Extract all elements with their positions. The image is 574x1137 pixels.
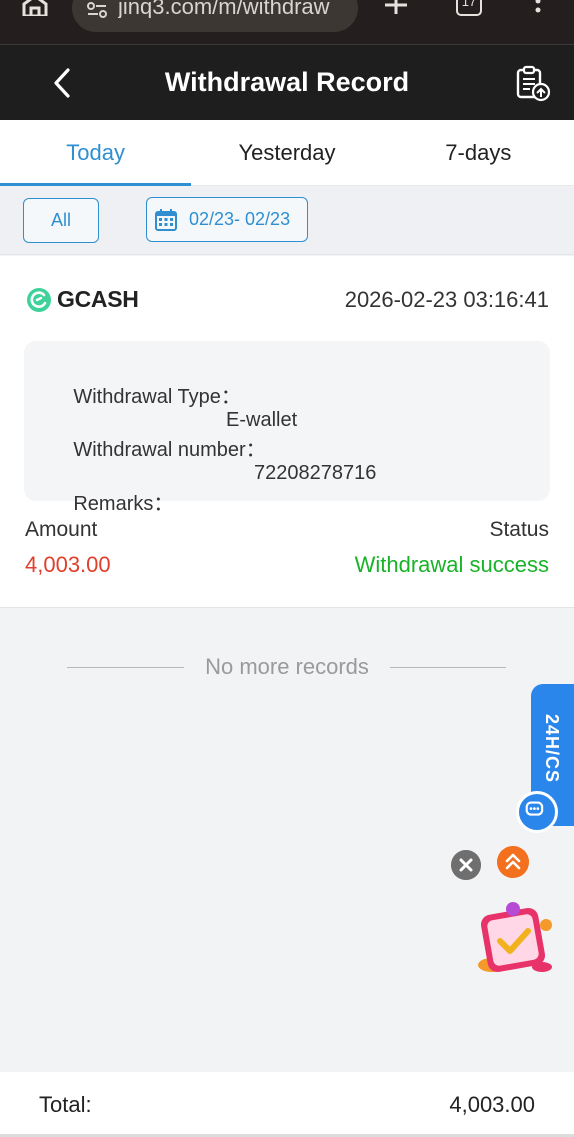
double-chevron-up-icon[interactable]: [497, 846, 529, 878]
record-details: Withdrawal Type： E-wallet Withdrawal num…: [24, 341, 550, 515]
plus-icon[interactable]: [384, 0, 408, 16]
app-header: Withdrawal Record: [0, 44, 574, 120]
withdrawal-record-card: GCASH 2026-02-23 03:16:41 Withdrawal Typ…: [0, 256, 574, 608]
remarks-row: Remarks：: [40, 464, 173, 562]
total-label: Total:: [39, 1092, 92, 1117]
tabs-icon[interactable]: 17: [456, 0, 482, 16]
tab-today[interactable]: Today: [0, 120, 192, 186]
total-value: 4,003.00: [449, 1092, 535, 1117]
total-bar: Total: 4,003.00: [0, 1072, 574, 1134]
browser-toolbar: jinq3.com/m/withdraw 17: [0, 0, 574, 44]
amount-value: 4,003.00: [25, 552, 111, 577]
filter-bar: All 02/23- 02/23: [0, 187, 574, 255]
divider-right: [390, 667, 506, 668]
status-value: Withdrawal success: [354, 552, 549, 577]
date-range-text: 02/23- 02/23: [189, 209, 291, 229]
tab-count: 17: [461, 0, 477, 9]
chat-icon[interactable]: [516, 791, 558, 833]
page-title: Withdrawal Record: [164, 67, 410, 97]
clipboard-upload-icon[interactable]: [514, 65, 552, 103]
site-settings-icon[interactable]: [86, 2, 108, 18]
url-text: jinq3.com/m/withdraw: [118, 0, 330, 18]
withdrawal-type-label: Withdrawal Type：: [73, 386, 241, 408]
tab-7-days[interactable]: 7-days: [383, 120, 574, 185]
remarks-label: Remarks：: [73, 493, 174, 515]
payment-method: GCASH: [57, 286, 139, 312]
home-icon[interactable]: [22, 0, 48, 16]
customer-service-label: 24H/CS: [542, 714, 562, 784]
amount-label: Amount: [25, 518, 98, 541]
withdrawal-number-label: Withdrawal number：: [73, 439, 266, 461]
address-bar[interactable]: jinq3.com/m/withdraw: [72, 0, 358, 32]
withdrawal-number-value: 72208278716: [254, 462, 377, 484]
more-icon[interactable]: [534, 0, 542, 16]
date-tabs: Today Yesterday 7-days: [0, 120, 574, 186]
close-icon[interactable]: [451, 850, 481, 880]
filter-all-button[interactable]: All: [23, 198, 99, 243]
record-datetime: 2026-02-23 03:16:41: [344, 287, 549, 312]
gcash-logo-icon: [27, 288, 51, 312]
status-label: Status: [489, 518, 549, 541]
tab-yesterday[interactable]: Yesterday: [191, 120, 382, 185]
date-range-button[interactable]: 02/23- 02/23: [146, 197, 308, 242]
reward-checkin-icon[interactable]: [470, 897, 558, 981]
calendar-icon: [155, 208, 177, 231]
